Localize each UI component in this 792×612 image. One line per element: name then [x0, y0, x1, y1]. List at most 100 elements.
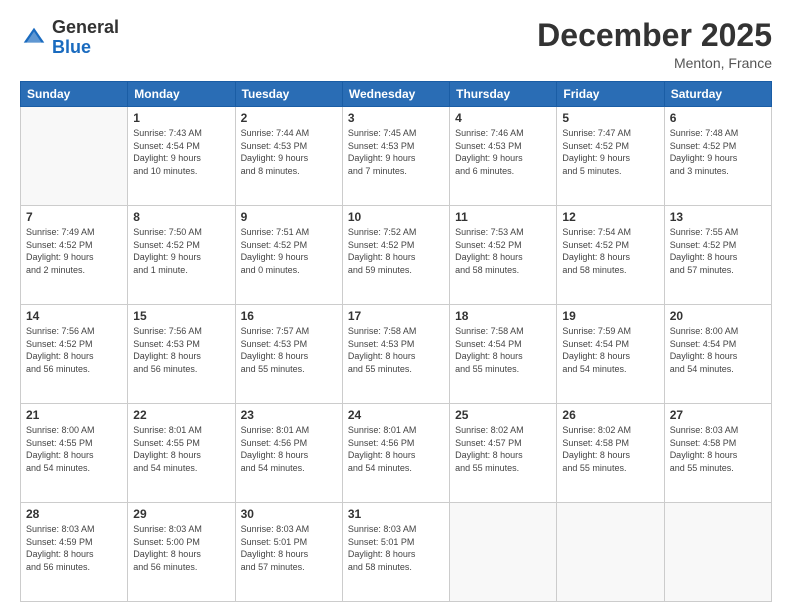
day-info: Sunrise: 7:50 AM Sunset: 4:52 PM Dayligh… [133, 226, 229, 276]
day-number: 7 [26, 210, 122, 224]
calendar-cell: 24 Sunrise: 8:01 AM Sunset: 4:56 PM Dayli… [342, 404, 449, 503]
calendar-cell: 20 Sunrise: 8:00 AM Sunset: 4:54 PM Dayli… [664, 305, 771, 404]
day-number: 24 [348, 408, 444, 422]
page: General Blue December 2025 Menton, Franc… [0, 0, 792, 612]
day-number: 1 [133, 111, 229, 125]
day-number: 2 [241, 111, 337, 125]
calendar-cell: 17Sunrise: 7:58 AM Sunset: 4:53 PM Dayli… [342, 305, 449, 404]
day-info: Sunrise: 7:55 AM Sunset: 4:52 PM Dayligh… [670, 226, 766, 276]
day-number: 12 [562, 210, 658, 224]
header-row: Sunday Monday Tuesday Wednesday Thursday… [21, 82, 772, 107]
day-info: Sunrise: 8:02 AM Sunset: 4:57 PM Dayligh… [455, 424, 551, 474]
logo-text: General Blue [52, 18, 119, 58]
day-number: 28 [26, 507, 122, 521]
day-info: Sunrise: 7:56 AM Sunset: 4:53 PM Dayligh… [133, 325, 229, 375]
day-info: Sunrise: 8:03 AM Sunset: 4:59 PM Dayligh… [26, 523, 122, 573]
calendar-cell: 6 Sunrise: 7:48 AM Sunset: 4:52 PM Daylig… [664, 107, 771, 206]
calendar-cell: 27Sunrise: 8:03 AM Sunset: 4:58 PM Dayli… [664, 404, 771, 503]
day-number: 20 [670, 309, 766, 323]
day-number: 18 [455, 309, 551, 323]
calendar-cell [557, 503, 664, 602]
day-info: Sunrise: 7:48 AM Sunset: 4:52 PM Dayligh… [670, 127, 766, 177]
col-wednesday: Wednesday [342, 82, 449, 107]
logo-general: General [52, 17, 119, 37]
week-row-4: 21 Sunrise: 8:00 AM Sunset: 4:55 PM Dayli… [21, 404, 772, 503]
calendar-cell: 21 Sunrise: 8:00 AM Sunset: 4:55 PM Dayli… [21, 404, 128, 503]
calendar-cell: 29Sunrise: 8:03 AM Sunset: 5:00 PM Dayli… [128, 503, 235, 602]
day-number: 19 [562, 309, 658, 323]
calendar-cell: 2 Sunrise: 7:44 AM Sunset: 4:53 PM Daylig… [235, 107, 342, 206]
day-info: Sunrise: 8:00 AM Sunset: 4:55 PM Dayligh… [26, 424, 122, 474]
day-info: Sunrise: 7:45 AM Sunset: 4:53 PM Dayligh… [348, 127, 444, 177]
day-number: 8 [133, 210, 229, 224]
day-info: Sunrise: 7:49 AM Sunset: 4:52 PM Dayligh… [26, 226, 122, 276]
logo-blue-text: Blue [52, 37, 91, 57]
logo-icon [20, 24, 48, 52]
calendar-cell: 31Sunrise: 8:03 AM Sunset: 5:01 PM Dayli… [342, 503, 449, 602]
day-info: Sunrise: 7:53 AM Sunset: 4:52 PM Dayligh… [455, 226, 551, 276]
calendar-cell: 8 Sunrise: 7:50 AM Sunset: 4:52 PM Daylig… [128, 206, 235, 305]
day-info: Sunrise: 7:47 AM Sunset: 4:52 PM Dayligh… [562, 127, 658, 177]
day-info: Sunrise: 7:59 AM Sunset: 4:54 PM Dayligh… [562, 325, 658, 375]
day-number: 6 [670, 111, 766, 125]
day-info: Sunrise: 7:51 AM Sunset: 4:52 PM Dayligh… [241, 226, 337, 276]
day-info: Sunrise: 8:01 AM Sunset: 4:55 PM Dayligh… [133, 424, 229, 474]
header: General Blue December 2025 Menton, Franc… [20, 18, 772, 71]
calendar-cell: 25 Sunrise: 8:02 AM Sunset: 4:57 PM Dayli… [450, 404, 557, 503]
calendar-cell: 4 Sunrise: 7:46 AM Sunset: 4:53 PM Daylig… [450, 107, 557, 206]
day-number: 5 [562, 111, 658, 125]
day-number: 22 [133, 408, 229, 422]
calendar: Sunday Monday Tuesday Wednesday Thursday… [20, 81, 772, 602]
calendar-cell: 22 Sunrise: 8:01 AM Sunset: 4:55 PM Dayli… [128, 404, 235, 503]
day-info: Sunrise: 7:58 AM Sunset: 4:54 PM Dayligh… [455, 325, 551, 375]
col-sunday: Sunday [21, 82, 128, 107]
week-row-3: 14Sunrise: 7:56 AM Sunset: 4:52 PM Dayli… [21, 305, 772, 404]
day-info: Sunrise: 7:54 AM Sunset: 4:52 PM Dayligh… [562, 226, 658, 276]
title-section: December 2025 Menton, France [537, 18, 772, 71]
day-number: 26 [562, 408, 658, 422]
day-info: Sunrise: 8:01 AM Sunset: 4:56 PM Dayligh… [348, 424, 444, 474]
day-info: Sunrise: 8:02 AM Sunset: 4:58 PM Dayligh… [562, 424, 658, 474]
day-info: Sunrise: 7:56 AM Sunset: 4:52 PM Dayligh… [26, 325, 122, 375]
day-info: Sunrise: 7:44 AM Sunset: 4:53 PM Dayligh… [241, 127, 337, 177]
col-saturday: Saturday [664, 82, 771, 107]
calendar-cell: 13 Sunrise: 7:55 AM Sunset: 4:52 PM Dayli… [664, 206, 771, 305]
calendar-cell: 7 Sunrise: 7:49 AM Sunset: 4:52 PM Daylig… [21, 206, 128, 305]
day-info: Sunrise: 7:46 AM Sunset: 4:53 PM Dayligh… [455, 127, 551, 177]
calendar-cell: 30Sunrise: 8:03 AM Sunset: 5:01 PM Dayli… [235, 503, 342, 602]
week-row-1: 1 Sunrise: 7:43 AM Sunset: 4:54 PM Daylig… [21, 107, 772, 206]
week-row-5: 28 Sunrise: 8:03 AM Sunset: 4:59 PM Dayli… [21, 503, 772, 602]
day-info: Sunrise: 8:01 AM Sunset: 4:56 PM Dayligh… [241, 424, 337, 474]
calendar-cell: 23 Sunrise: 8:01 AM Sunset: 4:56 PM Dayli… [235, 404, 342, 503]
day-number: 25 [455, 408, 551, 422]
calendar-cell: 14Sunrise: 7:56 AM Sunset: 4:52 PM Dayli… [21, 305, 128, 404]
calendar-cell [664, 503, 771, 602]
calendar-cell: 1 Sunrise: 7:43 AM Sunset: 4:54 PM Daylig… [128, 107, 235, 206]
calendar-cell [450, 503, 557, 602]
calendar-cell: 28 Sunrise: 8:03 AM Sunset: 4:59 PM Dayli… [21, 503, 128, 602]
day-number: 31 [348, 507, 444, 521]
day-info: Sunrise: 8:00 AM Sunset: 4:54 PM Dayligh… [670, 325, 766, 375]
day-info: Sunrise: 7:43 AM Sunset: 4:54 PM Dayligh… [133, 127, 229, 177]
day-number: 21 [26, 408, 122, 422]
calendar-cell: 15 Sunrise: 7:56 AM Sunset: 4:53 PM Dayli… [128, 305, 235, 404]
day-number: 15 [133, 309, 229, 323]
day-number: 11 [455, 210, 551, 224]
day-number: 13 [670, 210, 766, 224]
day-number: 23 [241, 408, 337, 422]
month-title: December 2025 [537, 18, 772, 53]
col-friday: Friday [557, 82, 664, 107]
col-monday: Monday [128, 82, 235, 107]
day-info: Sunrise: 8:03 AM Sunset: 5:01 PM Dayligh… [241, 523, 337, 573]
col-thursday: Thursday [450, 82, 557, 107]
calendar-cell [21, 107, 128, 206]
day-info: Sunrise: 8:03 AM Sunset: 5:00 PM Dayligh… [133, 523, 229, 573]
calendar-cell: 10Sunrise: 7:52 AM Sunset: 4:52 PM Dayli… [342, 206, 449, 305]
calendar-cell: 9Sunrise: 7:51 AM Sunset: 4:52 PM Daylig… [235, 206, 342, 305]
day-number: 27 [670, 408, 766, 422]
day-info: Sunrise: 7:52 AM Sunset: 4:52 PM Dayligh… [348, 226, 444, 276]
calendar-cell: 26 Sunrise: 8:02 AM Sunset: 4:58 PM Dayli… [557, 404, 664, 503]
day-number: 16 [241, 309, 337, 323]
day-number: 4 [455, 111, 551, 125]
day-info: Sunrise: 7:58 AM Sunset: 4:53 PM Dayligh… [348, 325, 444, 375]
